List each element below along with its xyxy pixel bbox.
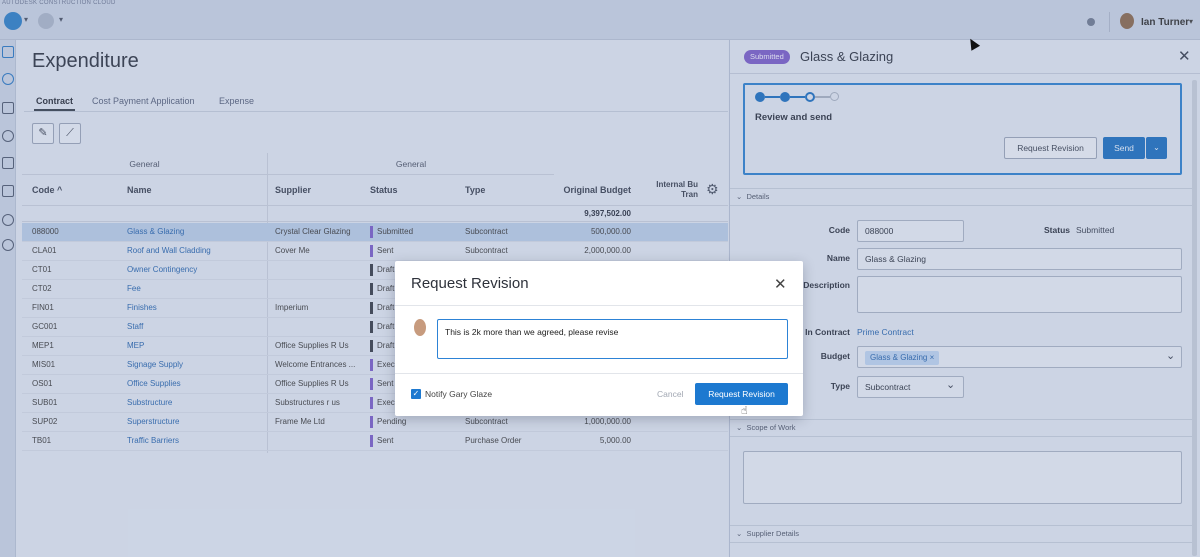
hand-cursor-icon: ☝ [741,405,748,417]
request-revision-submit-button[interactable]: Request Revision [695,383,788,405]
dialog-title: Request Revision [411,275,529,292]
commenter-avatar [414,319,426,336]
dialog-close-icon[interactable]: ✕ [774,275,787,293]
revision-message-input[interactable]: This is 2k more than we agreed, please r… [437,319,788,359]
notify-checkbox[interactable]: ✓ [411,389,421,399]
dialog-divider-top [395,305,803,306]
cancel-button[interactable]: Cancel [657,389,683,399]
dialog-divider-bottom [395,373,803,374]
request-revision-dialog: Request Revision ✕ This is 2k more than … [395,261,803,416]
notify-checkbox-label[interactable]: Notify Gary Glaze [425,389,492,399]
